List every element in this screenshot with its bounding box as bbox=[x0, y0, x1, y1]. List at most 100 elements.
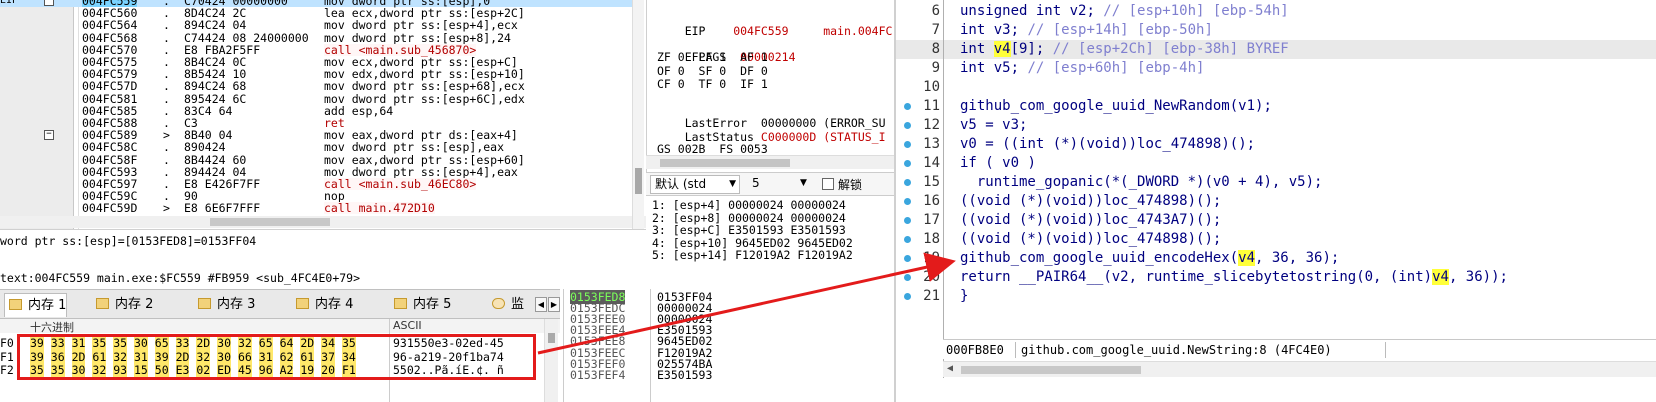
instruction-address[interactable]: 004FC568 bbox=[82, 32, 137, 44]
instruction-text[interactable]: mov dword ptr ss:[esp+4],eax bbox=[324, 166, 518, 178]
disassembly-row[interactable]: 004FC579. 8B5424 10 mov edx,dword ptr ss:[… bbox=[0, 68, 640, 80]
code-variable[interactable]: v0 bbox=[960, 136, 977, 152]
segment-row[interactable]: GS 002B FS 0053 bbox=[657, 142, 768, 156]
fold-toggle-icon[interactable]: − bbox=[44, 0, 54, 6]
code-text[interactable]: unsigned int v2; // [esp+10h] [ebp-54h] bbox=[960, 2, 1289, 21]
instruction-text[interactable]: mov dword ptr ss:[esp+8],24 bbox=[324, 32, 511, 44]
instruction-text[interactable]: nop bbox=[324, 190, 345, 202]
flags-row-1[interactable]: ZF 0 PF 1 AF 1 bbox=[657, 50, 768, 64]
code-line[interactable]: 18 ((void (*)(void))loc_474898)(); bbox=[896, 230, 1656, 249]
scrollbar-thumb[interactable] bbox=[961, 366, 1141, 374]
calling-convention-dropdown[interactable]: 默认 (std ▼ bbox=[650, 175, 740, 194]
code-function[interactable]: github_com_google_uuid_encodeHex bbox=[960, 250, 1230, 266]
disassembly-row[interactable]: 004FC564. 894C24 04 mov dword ptr ss:[esp+… bbox=[0, 19, 640, 31]
disassembly-row[interactable]: 004FC560. 8D4C24 2C lea ecx,dword ptr ss:[… bbox=[0, 7, 640, 19]
instruction-text[interactable]: mov eax,dword ptr ss:[esp+60] bbox=[324, 154, 525, 166]
instruction-address[interactable]: 004FC575 bbox=[82, 56, 137, 68]
instruction-text[interactable]: ret bbox=[324, 117, 345, 129]
tab-scroll-left-icon[interactable]: ◀ bbox=[535, 297, 547, 312]
code-text[interactable]: return __PAIR64__(v2, runtime_slicebytet… bbox=[960, 268, 1508, 287]
stack-value[interactable]: E3501593 bbox=[657, 369, 712, 381]
instruction-text[interactable]: mov dword ptr ss:[esp+6C],edx bbox=[324, 93, 525, 105]
code-variable[interactable]: v1 bbox=[1238, 98, 1255, 114]
instruction-text[interactable]: mov dword ptr ss:[esp+68],ecx bbox=[324, 80, 525, 92]
code-line[interactable]: 20 return __PAIR64__(v2, runtime_slicebyt… bbox=[896, 268, 1656, 287]
stack-view[interactable]: 0153FED8 0153FF04 0153FEDC 00000024 0153FEE0… bbox=[563, 289, 894, 402]
disassembly-row[interactable]: 004FC593. 894424 04 mov dword ptr ss:[esp+… bbox=[0, 166, 640, 178]
code-variable[interactable]: v3 bbox=[1002, 117, 1019, 133]
pseudocode-horizontal-scrollbar[interactable]: ◀ bbox=[943, 361, 1656, 377]
disassembly-row[interactable]: 004FC597. E8 E426F7FF call <main.sub_46EC8… bbox=[0, 178, 640, 190]
instruction-text[interactable]: mov dword ptr ss:[esp+4],ecx bbox=[324, 19, 518, 31]
tab-memory-3[interactable]: 内存 3 bbox=[194, 293, 255, 317]
tab-memory-1[interactable]: 内存 1 bbox=[4, 293, 68, 317]
code-variable[interactable]: v2 bbox=[1112, 269, 1129, 285]
fold-toggle-icon[interactable]: − bbox=[44, 130, 54, 141]
instruction-address[interactable]: 004FC597 bbox=[82, 178, 137, 190]
instruction-text[interactable]: lea ecx,dword ptr ss:[esp+2C] bbox=[324, 7, 525, 19]
code-variable[interactable]: v5 bbox=[1289, 174, 1306, 190]
instruction-address[interactable]: 004FC59D bbox=[82, 202, 137, 214]
code-line[interactable]: 9 int v5; // [esp+60h] [ebp-4h] bbox=[896, 59, 1656, 78]
code-text[interactable]: int v5; // [esp+60h] [ebp-4h] bbox=[960, 59, 1204, 78]
instruction-address[interactable]: 004FC560 bbox=[82, 7, 137, 19]
disassembly-row[interactable]: 004FC568. C74424 08 24000000 mov dword ptr… bbox=[0, 32, 640, 44]
instruction-text[interactable]: mov edx,dword ptr ss:[esp+10] bbox=[324, 68, 525, 80]
memory-vertical-scrollbar[interactable] bbox=[544, 319, 558, 402]
scrollbar-thumb[interactable] bbox=[210, 218, 330, 226]
instruction-text[interactable]: mov dword ptr ss:[esp],eax bbox=[324, 141, 504, 153]
code-text[interactable]: v0 = ((int (*)(void))loc_474898)(); bbox=[960, 135, 1255, 154]
code-text[interactable]: ((void (*)(void))loc_4743A7)(); bbox=[960, 211, 1221, 230]
code-line[interactable]: 6 unsigned int v2; // [esp+10h] [ebp-54h] bbox=[896, 2, 1656, 21]
disassembly-row[interactable]: 004FC59D > E8 6E6F7FFF call main.472D10 bbox=[0, 202, 640, 215]
code-text[interactable]: } bbox=[960, 287, 968, 306]
disassembly-row[interactable]: 004FC588. C3 ret bbox=[0, 117, 640, 129]
code-line[interactable]: 12 v5 = v3; bbox=[896, 116, 1656, 135]
disassembly-row[interactable]: 004FC59C. 90 nop bbox=[0, 190, 640, 202]
flags-row-3[interactable]: CF 0 TF 0 IF 1 bbox=[657, 77, 768, 91]
code-line[interactable]: 10 bbox=[896, 78, 1656, 97]
disassembly-vertical-scrollbar[interactable] bbox=[632, 0, 644, 229]
disassembly-view[interactable]: EIP 004FC559. C70424 00000000 mov dword ptr… bbox=[0, 0, 646, 229]
tab-scroll-right-icon[interactable]: ▶ bbox=[548, 297, 560, 312]
code-text[interactable]: ((void (*)(void))loc_474898)(); bbox=[960, 192, 1221, 211]
instruction-text[interactable]: call <main.sub_46EC80> bbox=[324, 178, 477, 190]
disassembly-row[interactable]: 004FC581. 895424 6C mov dword ptr ss:[esp+… bbox=[0, 93, 640, 105]
code-text[interactable]: v5 = v3; bbox=[960, 116, 1027, 135]
code-variable[interactable]: v5 bbox=[994, 60, 1011, 76]
code-line[interactable]: 16 ((void (*)(void))loc_474898)(); bbox=[896, 192, 1656, 211]
code-variable[interactable]: v0 bbox=[1002, 155, 1019, 171]
argument-count-spinner[interactable]: 5 ▼ bbox=[746, 175, 816, 194]
instruction-address[interactable]: 004FC588 bbox=[82, 117, 137, 129]
code-line[interactable]: 21} bbox=[896, 287, 1656, 306]
stack-row[interactable]: 0153FEF4 E3501593 bbox=[570, 369, 712, 381]
code-function[interactable]: runtime_slicebytetostring bbox=[1145, 269, 1356, 285]
instruction-address[interactable]: 004FC593 bbox=[82, 166, 137, 178]
instruction-address[interactable]: 004FC579 bbox=[82, 68, 137, 80]
scrollbar-thumb[interactable] bbox=[660, 159, 790, 167]
code-variable[interactable]: v2 bbox=[1070, 3, 1087, 19]
instruction-text[interactable]: call main.472D10 bbox=[324, 202, 435, 215]
code-line[interactable]: 19 github_com_google_uuid_encodeHex(v4, 3… bbox=[896, 249, 1656, 268]
code-line[interactable]: 8 int v4[9]; // [esp+2Ch] [ebp-38h] BYREF bbox=[896, 40, 1656, 59]
instruction-address[interactable]: 004FC58C bbox=[82, 141, 137, 153]
instruction-address[interactable]: 004FC564 bbox=[82, 19, 137, 31]
disassembly-row[interactable]: 004FC585. 83C4 64 add esp,64 bbox=[0, 105, 640, 117]
tab-memory-5[interactable]: 内存 5 bbox=[390, 293, 451, 317]
code-function[interactable]: __PAIR64__ bbox=[1019, 269, 1103, 285]
code-function[interactable]: loc_474898 bbox=[1103, 193, 1187, 209]
arguments-list[interactable]: 1: [esp+4] 00000024 00000024 2: [esp+8] 0… bbox=[646, 196, 894, 289]
argument-row[interactable]: 5: [esp+14] F12019A2 F12019A2 bbox=[652, 248, 853, 262]
pseudocode-view[interactable]: 6 unsigned int v2; // [esp+10h] [ebp-54h]… bbox=[896, 0, 1656, 338]
code-variable[interactable]: v5 bbox=[960, 117, 977, 133]
scrollbar-thumb[interactable] bbox=[635, 168, 642, 194]
disassembly-row[interactable]: 004FC58C. 890424 mov dword ptr ss:[esp],ea… bbox=[0, 141, 640, 153]
scrollbar-thumb[interactable] bbox=[548, 333, 555, 343]
instruction-text[interactable]: mov ecx,dword ptr ss:[esp+C] bbox=[324, 56, 518, 68]
code-line[interactable]: 15 runtime_gopanic(*(_DWORD *)(v0 + 4), … bbox=[896, 173, 1656, 192]
code-text[interactable]: if ( v0 ) bbox=[960, 154, 1036, 173]
code-variable-highlighted[interactable]: v4 bbox=[1432, 269, 1449, 285]
tab-memory-2[interactable]: 内存 2 bbox=[92, 293, 153, 317]
disassembly-row[interactable]: 004FC589 >8B40 04 mov eax,dword ptr ds:[ea… bbox=[0, 129, 640, 141]
instruction-address[interactable]: 004FC570 bbox=[82, 44, 137, 56]
